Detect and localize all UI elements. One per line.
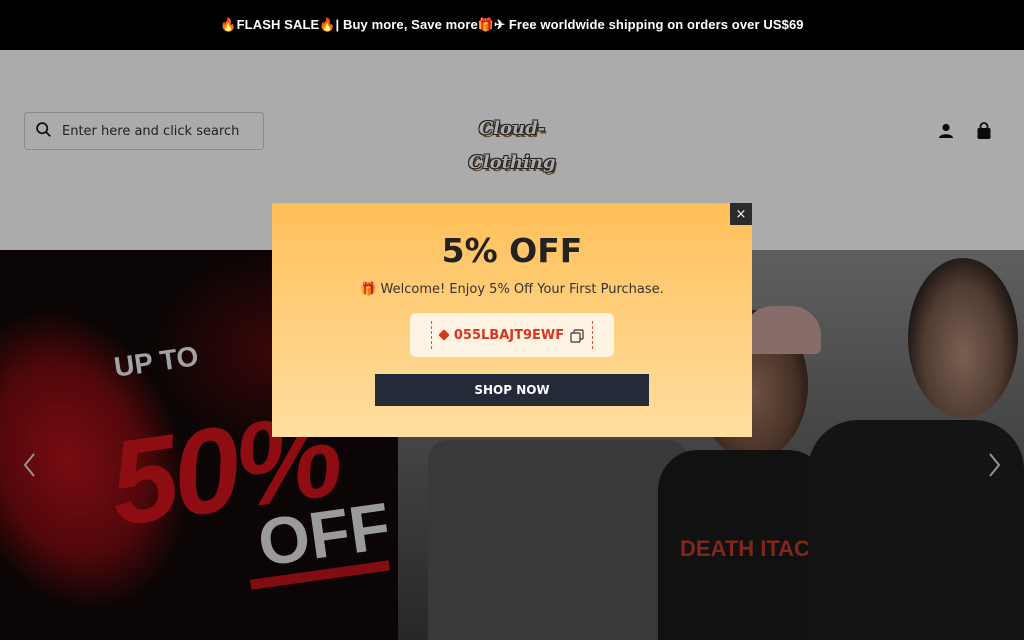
popup-subtitle: 🎁 Welcome! Enjoy 5% Off Your First Purch… — [360, 282, 664, 297]
coupon-code[interactable]: 055LBAJT9EWF — [454, 328, 564, 343]
discount-popup: × 5% OFF 🎁 Welcome! Enjoy 5% Off Your Fi… — [272, 203, 752, 437]
popup-title: 5% OFF — [441, 231, 583, 270]
announcement-bar: 🔥FLASH SALE🔥| Buy more, Save more🎁✈ Free… — [0, 0, 1024, 50]
copy-icon[interactable] — [570, 328, 584, 343]
close-icon[interactable]: × — [730, 203, 752, 225]
shop-now-button[interactable]: SHOP NOW — [375, 374, 649, 406]
coupon-ticket: 055LBAJT9EWF — [431, 321, 593, 349]
announcement-text: 🔥FLASH SALE🔥| Buy more, Save more🎁✈ Free… — [220, 17, 804, 32]
coupon-box[interactable]: 055LBAJT9EWF — [410, 313, 614, 357]
tag-icon — [438, 329, 450, 341]
